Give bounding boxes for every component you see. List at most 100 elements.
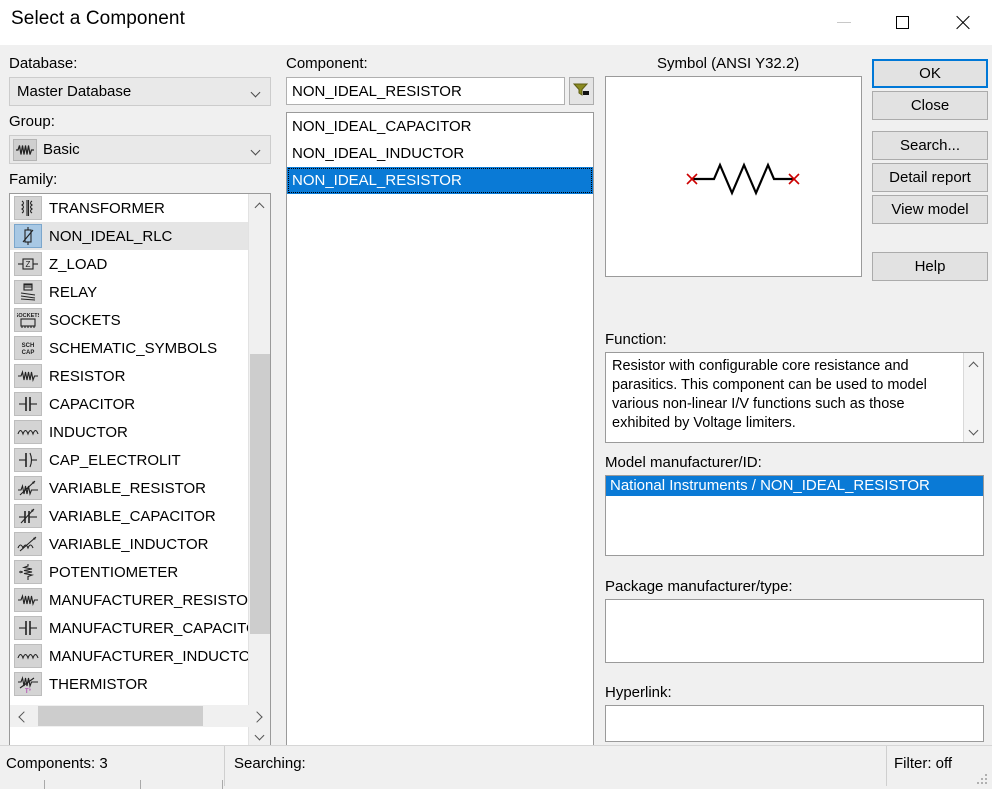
- family-item-label: VARIABLE_INDUCTOR: [49, 535, 209, 553]
- z-load-icon: Z: [14, 252, 42, 276]
- family-item-resistor[interactable]: RESISTOR: [10, 362, 249, 390]
- chevron-down-icon: [970, 427, 979, 436]
- ok-button[interactable]: OK: [872, 59, 988, 88]
- chevron-right-icon: [253, 711, 263, 721]
- hscrollbar-thumb[interactable]: [38, 706, 203, 726]
- family-item-variable-capacitor[interactable]: VARIABLE_CAPACITOR: [10, 502, 249, 530]
- function-label: Function:: [605, 331, 667, 348]
- hyperlink-input[interactable]: [605, 705, 984, 742]
- family-item-relay[interactable]: RELAY: [10, 278, 249, 306]
- filter-button[interactable]: [569, 77, 594, 105]
- family-item-manufacturer-inductor[interactable]: MANUFACTURER_INDUCTOR: [10, 642, 249, 670]
- inductor-icon: [14, 420, 42, 444]
- svg-text:SOCKETS: SOCKETS: [17, 313, 39, 319]
- minimize-icon: [837, 22, 851, 23]
- family-vertical-scrollbar[interactable]: [248, 194, 270, 747]
- family-item-non-ideal-rlc[interactable]: NON_IDEAL_RLC: [10, 222, 249, 250]
- chevron-left-icon: [17, 711, 27, 721]
- symbol-preview-panel: [605, 76, 862, 277]
- help-button[interactable]: Help: [872, 252, 988, 281]
- svg-text:CAP: CAP: [22, 350, 35, 356]
- family-item-label: MANUFACTURER_CAPACITOR: [49, 619, 249, 637]
- filter-funnel-icon: [572, 82, 590, 101]
- function-textbox[interactable]: Resistor with configurable core resistan…: [605, 352, 984, 443]
- schematic-symbols-icon: SCH CAP: [14, 336, 42, 360]
- database-value: Master Database: [17, 83, 132, 100]
- minimize-button[interactable]: [816, 0, 872, 45]
- family-label: Family:: [9, 171, 58, 188]
- family-item-label: NON_IDEAL_RLC: [49, 227, 173, 245]
- family-horizontal-scrollbar[interactable]: [10, 705, 270, 727]
- family-item-sockets[interactable]: SOCKETS SOCKETS: [10, 306, 249, 334]
- model-manufacturer-listbox[interactable]: National Instruments / NON_IDEAL_RESISTO…: [605, 475, 984, 556]
- package-manufacturer-listbox[interactable]: [605, 599, 984, 663]
- group-value: Basic: [43, 141, 80, 158]
- model-manufacturer-selected[interactable]: National Instruments / NON_IDEAL_RESISTO…: [606, 476, 983, 496]
- svg-text:Z: Z: [26, 260, 31, 269]
- family-item-z-load[interactable]: Z Z_LOAD: [10, 250, 249, 278]
- resistor-schematic-symbol: [686, 162, 800, 196]
- chevron-down-icon: [252, 147, 261, 156]
- chevron-down-icon: [252, 89, 261, 98]
- scrollbar-thumb[interactable]: [250, 354, 270, 634]
- family-item-transformer[interactable]: TRANSFORMER: [10, 194, 249, 222]
- family-item-label: RESISTOR: [49, 367, 126, 385]
- variable-capacitor-icon: [14, 504, 42, 528]
- family-item-label: VARIABLE_RESISTOR: [49, 479, 207, 497]
- sockets-icon: SOCKETS: [14, 308, 42, 332]
- family-item-potentiometer[interactable]: POTENTIOMETER: [10, 558, 249, 586]
- family-item-manufacturer-resistor[interactable]: MANUFACTURER_RESISTOR: [10, 586, 249, 614]
- close-button-action[interactable]: Close: [872, 91, 988, 120]
- chevron-down-icon: [256, 732, 265, 741]
- family-item-inductor[interactable]: INDUCTOR: [10, 418, 249, 446]
- scroll-up-button[interactable]: [964, 353, 983, 375]
- family-item-variable-resistor[interactable]: VARIABLE_RESISTOR: [10, 474, 249, 502]
- database-dropdown[interactable]: Master Database: [9, 77, 271, 106]
- family-item-capacitor[interactable]: CAPACITOR: [10, 390, 249, 418]
- model-manufacturer-label: Model manufacturer/ID:: [605, 454, 762, 471]
- group-label: Group:: [9, 113, 55, 130]
- component-search-input[interactable]: NON_IDEAL_RESISTOR: [286, 77, 565, 105]
- family-item-schematic-symbols[interactable]: SCH CAP SCHEMATIC_SYMBOLS: [10, 334, 249, 362]
- variable-inductor-icon: [14, 532, 42, 556]
- transformer-icon: [14, 196, 42, 220]
- window-controls: [816, 0, 992, 45]
- close-button[interactable]: [932, 0, 992, 45]
- search-button[interactable]: Search...: [872, 131, 988, 160]
- group-dropdown[interactable]: Basic: [9, 135, 271, 164]
- scroll-left-button[interactable]: [10, 705, 34, 727]
- family-item-label: VARIABLE_CAPACITOR: [49, 507, 216, 525]
- thermistor-icon: T°: [14, 672, 42, 696]
- family-item-label: CAP_ELECTROLIT: [49, 451, 181, 469]
- potentiometer-icon: [14, 560, 42, 584]
- component-listbox[interactable]: NON_IDEAL_CAPACITOR NON_IDEAL_INDUCTOR NON…: [286, 112, 594, 748]
- scroll-down-button[interactable]: [964, 420, 983, 442]
- resistor-icon: [14, 364, 42, 388]
- function-text: Resistor with configurable core resistan…: [612, 358, 927, 431]
- view-model-button[interactable]: View model: [872, 195, 988, 224]
- function-scrollbar[interactable]: [963, 353, 983, 442]
- close-icon: [955, 15, 970, 30]
- family-item-cap-electrolit[interactable]: CAP_ELECTROLIT: [10, 446, 249, 474]
- component-item[interactable]: NON_IDEAL_RESISTOR: [287, 167, 593, 194]
- family-item-label: SOCKETS: [49, 311, 121, 329]
- cap-electrolit-icon: [14, 448, 42, 472]
- resize-grip[interactable]: [977, 774, 989, 786]
- scroll-up-button[interactable]: [249, 194, 270, 216]
- component-item[interactable]: NON_IDEAL_INDUCTOR: [287, 140, 593, 167]
- maximize-button[interactable]: [872, 0, 932, 45]
- filter-status: Filter: off: [894, 755, 953, 772]
- family-item-thermistor[interactable]: T° THERMISTOR: [10, 670, 249, 698]
- family-item-label: MANUFACTURER_RESISTOR: [49, 591, 249, 609]
- relay-icon: [14, 280, 42, 304]
- scroll-down-button[interactable]: [249, 725, 270, 747]
- chevron-up-icon: [970, 360, 979, 369]
- component-list-items[interactable]: NON_IDEAL_CAPACITOR NON_IDEAL_INDUCTOR NON…: [287, 113, 593, 194]
- scroll-right-button[interactable]: [246, 705, 270, 727]
- family-item-variable-inductor[interactable]: VARIABLE_INDUCTOR: [10, 530, 249, 558]
- family-list-items[interactable]: TRANSFORMER NON_IDEAL_RLC Z Z_LOAD RELAY SOCK…: [10, 194, 249, 747]
- component-item[interactable]: NON_IDEAL_CAPACITOR: [287, 113, 593, 140]
- family-listbox[interactable]: TRANSFORMER NON_IDEAL_RLC Z Z_LOAD RELAY SOCK…: [9, 193, 271, 748]
- detail-report-button[interactable]: Detail report: [872, 163, 988, 192]
- family-item-manufacturer-capacitor[interactable]: MANUFACTURER_CAPACITOR: [10, 614, 249, 642]
